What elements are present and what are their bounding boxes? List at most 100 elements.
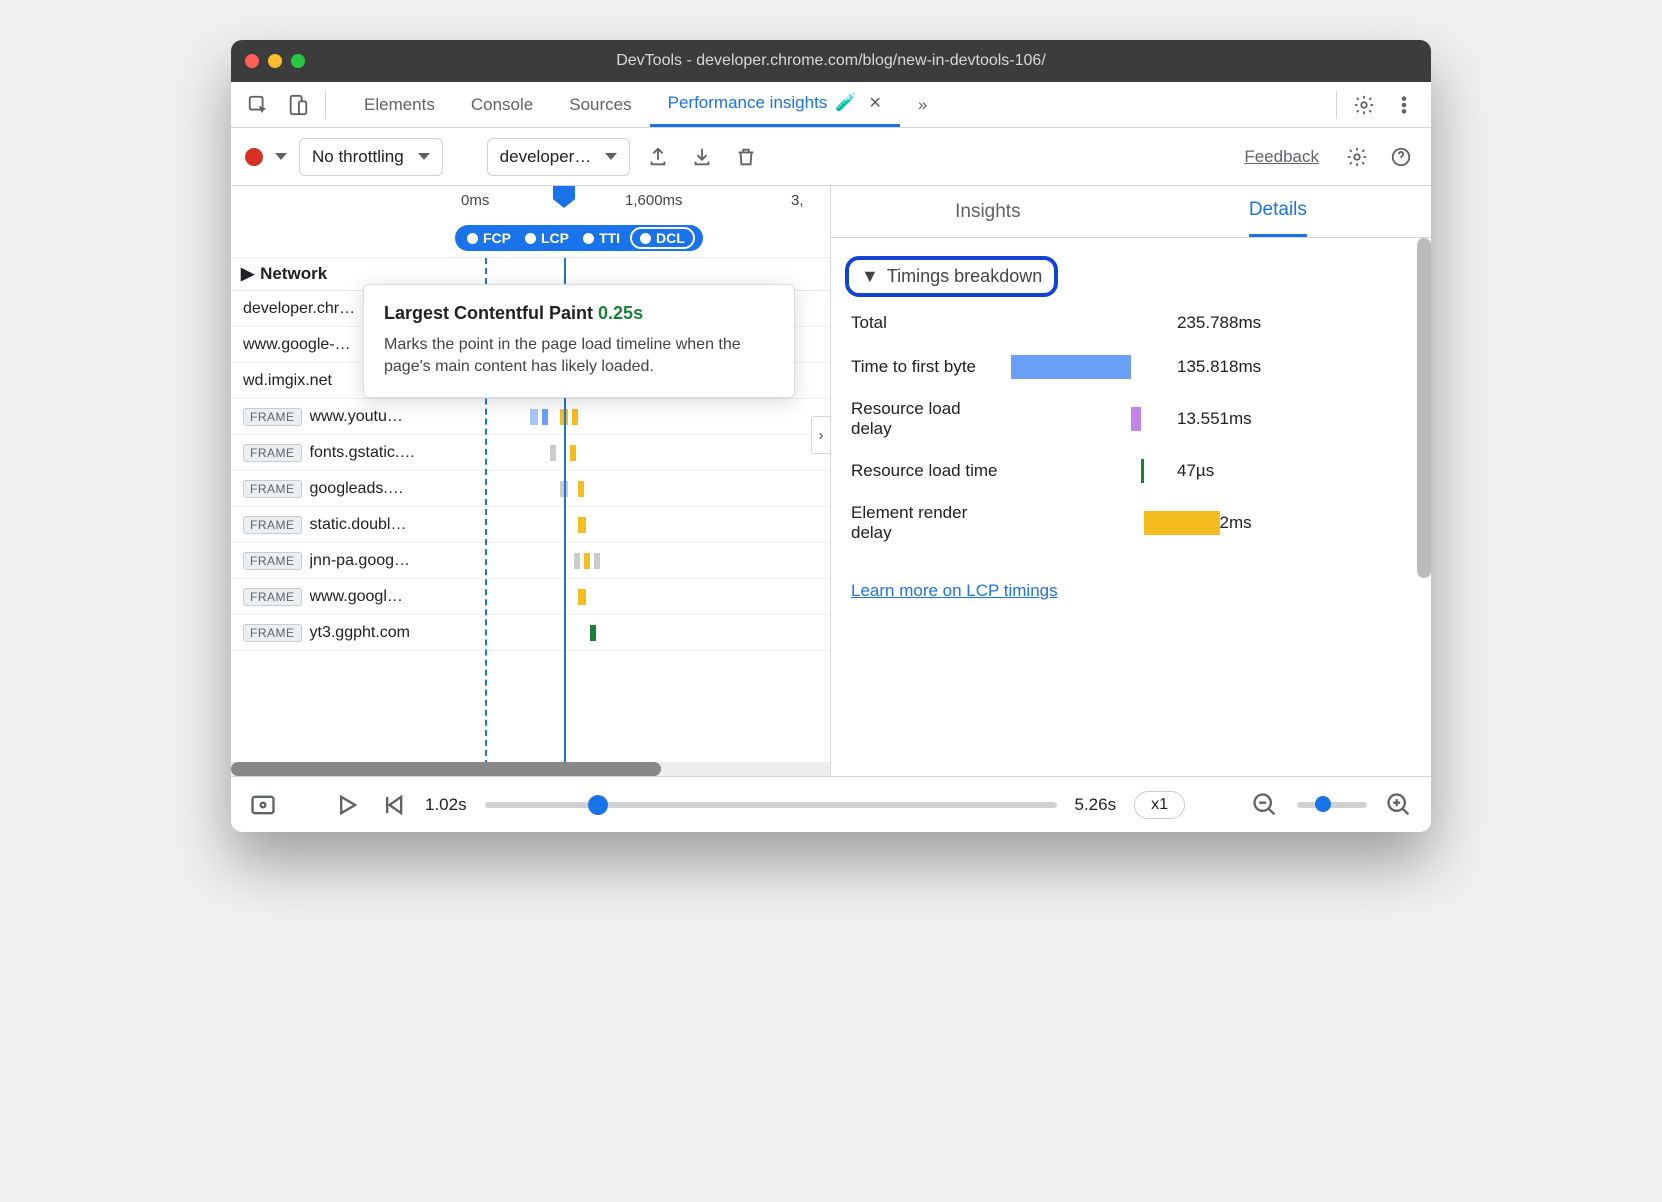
minimize-window-button[interactable]: [268, 54, 282, 68]
network-bars: [510, 399, 831, 434]
learn-more-link[interactable]: Learn more on LCP timings: [851, 581, 1431, 601]
flask-icon: 🧪: [835, 93, 856, 113]
dcl-pill[interactable]: DCL: [630, 227, 695, 249]
fcp-pill[interactable]: FCP: [463, 230, 515, 246]
tab-elements[interactable]: Elements: [346, 82, 453, 127]
throttling-select[interactable]: No throttling: [299, 138, 443, 176]
network-host: www.googl…: [310, 588, 510, 606]
throttling-value: No throttling: [312, 147, 404, 167]
total-duration: 5.26s: [1075, 795, 1117, 815]
timing-label: Resource load delay: [851, 399, 1001, 439]
network-row[interactable]: FRAMEwww.googl…: [231, 579, 830, 615]
devtools-tabbar: Elements Console Sources Performance ins…: [231, 82, 1431, 128]
feedback-link[interactable]: Feedback: [1244, 147, 1319, 167]
window-title: DevTools - developer.chrome.com/blog/new…: [231, 52, 1431, 70]
timing-bar: [1011, 355, 1131, 379]
page-select[interactable]: developer…: [487, 138, 631, 176]
caret-down-icon: ▼: [861, 266, 879, 287]
frame-badge: FRAME: [243, 480, 302, 498]
speed-button[interactable]: x1: [1134, 791, 1185, 819]
network-row[interactable]: FRAMEstatic.doubl…: [231, 507, 830, 543]
close-window-button[interactable]: [245, 54, 259, 68]
current-time: 1.02s: [425, 795, 467, 815]
network-host: jnn-pa.goog…: [310, 552, 510, 570]
frame-badge: FRAME: [243, 408, 302, 426]
timing-bar-track: [1011, 407, 1161, 431]
playback-footer: 1.02s 5.26s x1: [231, 776, 1431, 832]
lcp-tooltip: Largest Contentful Paint 0.25s Marks the…: [363, 284, 795, 398]
timing-bar-track: [1011, 355, 1161, 379]
timing-bar-track: [1011, 311, 1161, 335]
timeline-ruler[interactable]: 0ms 1,600ms 3, FCP LCP TTI DCL: [231, 186, 830, 258]
play-icon[interactable]: [333, 791, 361, 819]
delete-icon[interactable]: [730, 141, 762, 173]
network-row[interactable]: FRAME googleads.…: [231, 471, 830, 507]
network-host: googleads.…: [310, 480, 510, 498]
tab-label: Console: [471, 95, 533, 115]
tab-console[interactable]: Console: [453, 82, 551, 127]
help-icon[interactable]: [1385, 141, 1417, 173]
horizontal-scrollbar[interactable]: [231, 762, 830, 776]
tti-pill[interactable]: TTI: [579, 230, 624, 246]
timings-list: Total235.788msTime to first byte135.818m…: [831, 297, 1431, 573]
record-dropdown-icon[interactable]: [275, 153, 287, 160]
preview-toggle-icon[interactable]: [249, 791, 277, 819]
timing-row: Resource load time 47µs: [851, 459, 1411, 483]
rewind-icon[interactable]: [379, 791, 407, 819]
zoom-out-icon[interactable]: [1251, 791, 1279, 819]
tab-sources[interactable]: Sources: [551, 82, 649, 127]
inspect-element-icon[interactable]: [241, 88, 275, 122]
devtools-window: DevTools - developer.chrome.com/blog/new…: [231, 40, 1431, 832]
time-slider[interactable]: [485, 802, 1057, 808]
tab-label: Performance insights: [668, 93, 828, 113]
timing-value: 47µs: [1177, 461, 1214, 481]
tooltip-title: Largest Contentful Paint: [384, 303, 593, 323]
zoom-slider[interactable]: [1297, 802, 1367, 808]
titlebar: DevTools - developer.chrome.com/blog/new…: [231, 40, 1431, 82]
page-select-value: developer…: [500, 147, 592, 167]
timing-value: 135.818ms: [1177, 357, 1261, 377]
kebab-menu-icon[interactable]: [1387, 88, 1421, 122]
timing-value: 13.551ms: [1177, 409, 1252, 429]
metric-pills: FCP LCP TTI DCL: [455, 225, 703, 251]
maximize-window-button[interactable]: [291, 54, 305, 68]
frame-badge: FRAME: [243, 516, 302, 534]
timing-label: Element render delay: [851, 503, 1001, 543]
network-row[interactable]: FRAMEyt3.ggpht.com: [231, 615, 830, 651]
lcp-pill[interactable]: LCP: [521, 230, 573, 246]
chevron-right-double-icon: »: [918, 95, 927, 115]
tab-details[interactable]: Details: [1249, 186, 1307, 237]
network-bars: [510, 435, 831, 470]
network-row[interactable]: FRAMEfonts.gstatic.…: [231, 435, 830, 471]
timing-row: Total235.788ms: [851, 311, 1411, 335]
network-host: fonts.gstatic.…: [310, 444, 510, 462]
tab-insights[interactable]: Insights: [955, 186, 1020, 237]
timeline-pane: 0ms 1,600ms 3, FCP LCP TTI DCL ▶ Network: [231, 186, 831, 776]
timing-label: Resource load time: [851, 461, 1001, 481]
close-tab-icon[interactable]: ✕: [868, 93, 881, 113]
pane-expand-button[interactable]: ›: [811, 416, 831, 454]
record-button[interactable]: [245, 148, 263, 166]
settings-gear-icon[interactable]: [1347, 88, 1381, 122]
timings-breakdown-header[interactable]: ▼ Timings breakdown: [845, 256, 1058, 297]
timing-row: Resource load delay 13.551ms: [851, 399, 1411, 439]
timing-bar-track: [1011, 511, 1161, 535]
device-toolbar-icon[interactable]: [281, 88, 315, 122]
tab-performance-insights[interactable]: Performance insights 🧪 ✕: [650, 82, 900, 127]
more-tabs-button[interactable]: »: [900, 82, 945, 127]
separator: [1336, 91, 1337, 119]
network-bars: [510, 507, 831, 542]
network-row[interactable]: FRAMEjnn-pa.goog…: [231, 543, 830, 579]
import-icon[interactable]: [686, 141, 718, 173]
details-pane: Insights Details ▼ Timings breakdown Tot…: [831, 186, 1431, 776]
zoom-in-icon[interactable]: [1385, 791, 1413, 819]
playhead-marker[interactable]: [553, 186, 575, 208]
right-tabs: Insights Details: [831, 186, 1431, 238]
panel-settings-icon[interactable]: [1341, 141, 1373, 173]
timing-label: Total: [851, 313, 1001, 333]
export-icon[interactable]: [642, 141, 674, 173]
vertical-scrollbar[interactable]: [1417, 238, 1431, 776]
timing-bar: [1144, 511, 1220, 535]
network-bars: [510, 543, 831, 578]
network-row[interactable]: FRAMEwww.youtu…: [231, 399, 830, 435]
